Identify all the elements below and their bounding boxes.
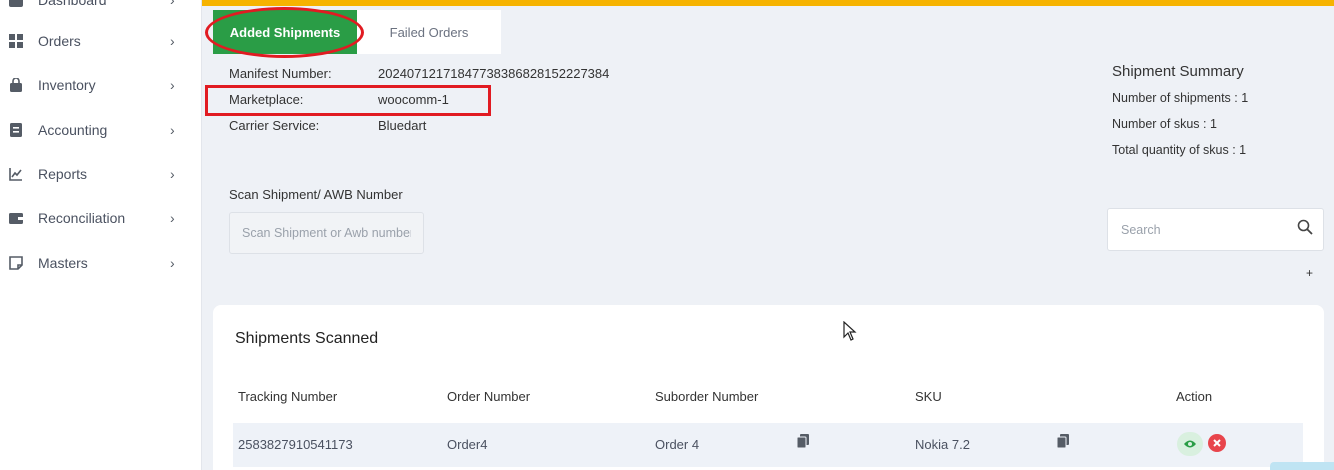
search-input[interactable] (1108, 209, 1288, 250)
dashboard-icon (8, 0, 24, 8)
ledger-icon (8, 122, 24, 138)
chevron-right-icon: › (170, 210, 175, 226)
scan-shipment-label: Scan Shipment/ AWB Number (229, 187, 403, 202)
manifest-number-label: Manifest Number: (229, 66, 332, 81)
sidebar-item-dashboard[interactable]: Dashboard › (0, 0, 202, 18)
carrier-service-value: Bluedart (378, 118, 427, 133)
add-plus-button[interactable]: + (1306, 266, 1313, 280)
search-icon[interactable] (1297, 219, 1315, 237)
chart-icon (8, 166, 24, 182)
mouse-cursor-icon (843, 320, 857, 341)
tab-failed-orders[interactable]: Failed Orders (357, 10, 501, 54)
sidebar-item-label: Orders (38, 33, 81, 49)
eye-icon (1184, 440, 1196, 448)
carrier-service-label: Carrier Service: (229, 118, 320, 133)
chevron-right-icon: › (170, 0, 175, 8)
sidebar: Dashboard › Orders › Inventory › Account… (0, 0, 202, 470)
summary-total-quantity: Total quantity of skus : 1 (1112, 143, 1247, 157)
header-tracking-number: Tracking Number (238, 389, 338, 404)
shipment-summary-title: Shipment Summary (1112, 63, 1244, 80)
sidebar-item-label: Dashboard (38, 0, 107, 8)
marketplace-label: Marketplace: (229, 92, 304, 107)
sidebar-item-label: Reports (38, 166, 88, 182)
tab-added-shipments[interactable]: Added Shipments (213, 10, 357, 54)
scan-shipment-input[interactable] (229, 212, 424, 254)
header-action: Action (1176, 389, 1213, 404)
header-suborder-number: Suborder Number (655, 389, 759, 404)
sidebar-item-label: Reconciliation (38, 210, 126, 226)
header-order-number: Order Number (447, 389, 531, 404)
cell-sku: Nokia 7.2 (915, 437, 970, 452)
sidebar-item-reports[interactable]: Reports › (0, 156, 202, 192)
grid-icon (8, 33, 24, 49)
bag-icon (8, 77, 24, 93)
sidebar-item-inventory[interactable]: Inventory › (0, 67, 202, 103)
scroll-indicator (1270, 462, 1334, 470)
chevron-right-icon: › (170, 33, 175, 49)
shipments-scanned-title: Shipments Scanned (235, 330, 379, 347)
search-box (1107, 208, 1324, 251)
cell-suborder-number: Order 4 (655, 437, 700, 452)
summary-skus: Number of skus : 1 (1112, 117, 1217, 131)
wallet-icon (8, 210, 24, 226)
copy-icon[interactable] (1056, 434, 1069, 449)
sidebar-item-reconciliation[interactable]: Reconciliation › (0, 200, 202, 236)
view-button[interactable] (1177, 432, 1203, 456)
sidebar-item-label: Inventory (38, 77, 96, 93)
manifest-number-value: 20240712171847738386828152227384 (378, 66, 610, 81)
chevron-right-icon: › (170, 255, 175, 271)
marketplace-value: woocomm-1 (378, 92, 449, 107)
sidebar-item-label: Accounting (38, 122, 108, 138)
chevron-right-icon: › (170, 77, 175, 93)
sidebar-item-accounting[interactable]: Accounting › (0, 112, 202, 148)
chevron-right-icon: › (170, 122, 175, 138)
cell-order-number: Order4 (447, 437, 488, 452)
top-accent-bar (202, 0, 1334, 6)
note-icon (8, 255, 24, 271)
cell-tracking-number: 2583827910541173 (238, 437, 353, 452)
delete-button[interactable] (1208, 434, 1226, 452)
header-sku: SKU (915, 389, 942, 404)
copy-icon[interactable] (796, 434, 809, 449)
chevron-right-icon: › (170, 166, 175, 182)
summary-shipments: Number of shipments : 1 (1112, 91, 1249, 105)
sidebar-item-label: Masters (38, 255, 88, 271)
table-row (233, 423, 1303, 467)
sidebar-item-masters[interactable]: Masters › (0, 245, 202, 281)
close-icon (1213, 439, 1221, 447)
sidebar-item-orders[interactable]: Orders › (0, 23, 202, 59)
